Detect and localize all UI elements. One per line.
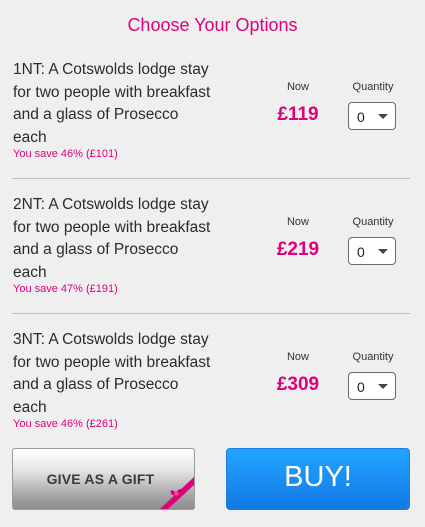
option-savings: You save 46% (£261) (13, 418, 118, 430)
option-description: 3NT: A Cotswolds lodge stay for two peop… (13, 331, 211, 416)
option-savings: You save 46% (£101) (13, 148, 118, 160)
divider (12, 313, 410, 314)
buy-button-label: BUY! (284, 461, 352, 493)
option-row-3nt: 3NT: A Cotswolds lodge stay for two peop… (0, 315, 425, 449)
option-savings: You save 47% (£191) (13, 283, 118, 295)
gift-ribbon-icon (160, 477, 194, 509)
quantity-value: 0 (357, 244, 365, 260)
price-value: £119 (277, 104, 319, 125)
quantity-label: Quantity (352, 216, 394, 228)
chevron-down-icon (378, 114, 388, 119)
option-row-1nt: 1NT: A Cotswolds lodge stay for two peop… (0, 45, 425, 179)
option-description: 2NT: A Cotswolds lodge stay for two peop… (13, 196, 211, 281)
price-label: Now (286, 351, 309, 363)
quantity-select[interactable]: 0 (348, 102, 396, 130)
quantity-label: Quantity (352, 351, 394, 363)
price-value: £309 (276, 374, 320, 395)
price-label: Now (286, 216, 309, 228)
chevron-down-icon (378, 384, 388, 389)
chevron-down-icon (378, 249, 388, 254)
option-row-2nt: 2NT: A Cotswolds lodge stay for two peop… (0, 180, 425, 314)
quantity-value: 0 (357, 109, 365, 125)
divider (12, 178, 410, 179)
buy-button[interactable]: BUY! (226, 448, 410, 510)
quantity-label: Quantity (352, 81, 394, 93)
price-label: Now (286, 81, 309, 93)
quantity-select[interactable]: 0 (348, 372, 396, 400)
quantity-value: 0 (357, 379, 365, 395)
option-description: 1NT: A Cotswolds lodge stay for two peop… (13, 61, 211, 146)
give-as-gift-button[interactable]: GIVE AS A GIFT (12, 448, 195, 510)
price-value: £219 (276, 239, 320, 260)
options-title: Choose Your Options (127, 15, 298, 35)
quantity-select[interactable]: 0 (348, 237, 396, 265)
